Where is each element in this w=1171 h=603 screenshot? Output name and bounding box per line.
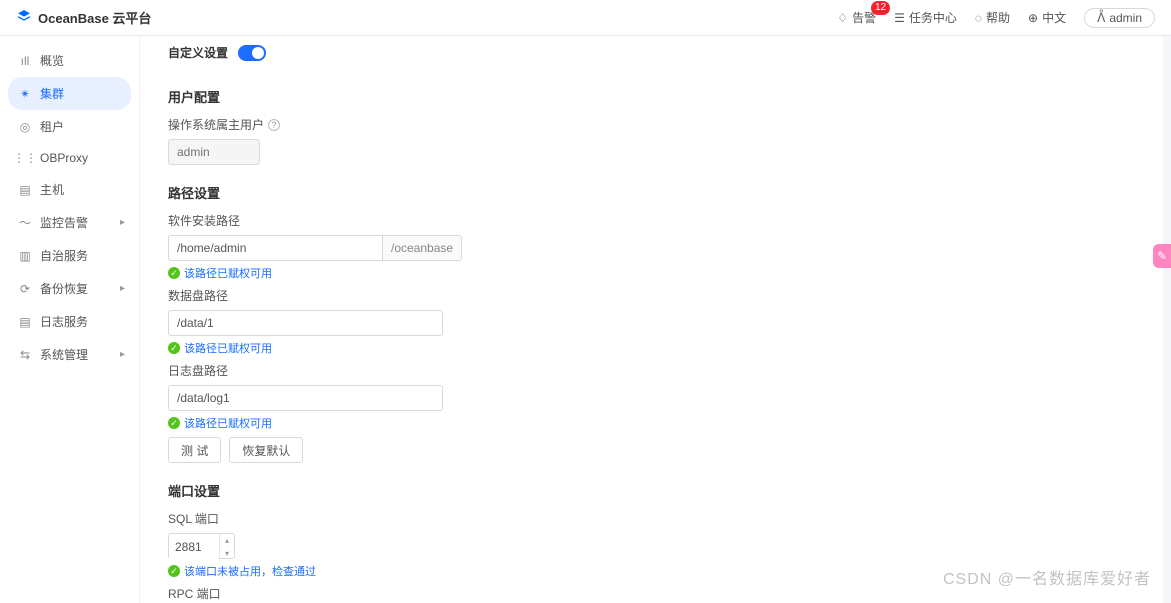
owner-input xyxy=(168,139,260,165)
sql-port-label: SQL 端口 xyxy=(168,510,1135,527)
help-icon: ◌ xyxy=(975,11,982,25)
rpc-port-label: RPC 端口 xyxy=(168,585,1135,602)
sidebar-item-monitor[interactable]: 〜监控告警▸ xyxy=(0,206,139,239)
test-paths-button[interactable]: 测 试 xyxy=(168,437,221,463)
alarm-badge: 12 xyxy=(871,1,890,15)
system-icon: ⇆ xyxy=(18,348,32,362)
bell-icon: ♢ xyxy=(837,11,848,25)
custom-toggle-label: 自定义设置 xyxy=(168,44,228,61)
brand-title: OceanBase 云平台 xyxy=(38,8,151,27)
install-path-suffix: /oceanbase xyxy=(383,235,462,261)
port-section-title: 端口设置 xyxy=(168,481,1135,500)
lang-label: 中文 xyxy=(1042,9,1066,26)
step-up-icon[interactable]: ▴ xyxy=(220,534,234,547)
user-label: admin xyxy=(1109,11,1142,25)
sql-port-stepper[interactable]: ▴▾ xyxy=(168,533,235,559)
chevron-right-icon: ▸ xyxy=(120,283,125,294)
sql-port-input[interactable] xyxy=(169,534,219,560)
host-icon: ▤ xyxy=(18,183,32,197)
sidebar-item-overview[interactable]: ıll概览 xyxy=(0,44,139,77)
owner-label: 操作系统属主用户 ? xyxy=(168,116,1135,133)
sidebar: ıll概览 ✴集群 ◎租户 ⋮⋮OBProxy ▤主机 〜监控告警▸ ▥自治服务… xyxy=(0,36,140,603)
sidebar-item-backup[interactable]: ⟳备份恢复▸ xyxy=(0,272,139,305)
sql-port-status: ✓该端口未被占用，检查通过 xyxy=(168,563,1135,579)
sidebar-item-autonomy[interactable]: ▥自治服务 xyxy=(0,239,139,272)
check-icon: ✓ xyxy=(168,565,180,577)
logo-icon xyxy=(16,8,32,27)
check-icon: ✓ xyxy=(168,267,180,279)
help-link[interactable]: ◌ 帮助 xyxy=(975,9,1010,26)
tasks-link[interactable]: ☰ 任务中心 xyxy=(894,9,957,26)
chevron-right-icon: ▸ xyxy=(120,349,125,360)
cluster-icon: ✴ xyxy=(18,87,32,101)
reset-paths-button[interactable]: 恢复默认 xyxy=(229,437,303,463)
sidebar-item-tenant[interactable]: ◎租户 xyxy=(0,110,139,143)
top-actions: ♢ 告警 12 ☰ 任务中心 ◌ 帮助 ⊕ 中文 ᐰ admin xyxy=(837,8,1155,28)
globe-icon: ⊕ xyxy=(1028,11,1038,25)
monitor-icon: 〜 xyxy=(18,214,32,231)
log-icon: ▤ xyxy=(18,315,32,329)
sidebar-item-system[interactable]: ⇆系统管理▸ xyxy=(0,338,139,371)
alarm-link[interactable]: ♢ 告警 12 xyxy=(837,9,876,26)
check-icon: ✓ xyxy=(168,342,180,354)
user-menu[interactable]: ᐰ admin xyxy=(1084,8,1155,28)
question-icon[interactable]: ? xyxy=(268,119,280,131)
custom-toggle[interactable] xyxy=(238,45,266,61)
proxy-icon: ⋮⋮ xyxy=(18,151,32,165)
help-label: 帮助 xyxy=(986,9,1010,26)
data-path-status: ✓该路径已赋权可用 xyxy=(168,340,1135,356)
install-path-status: ✓该路径已赋权可用 xyxy=(168,265,1135,281)
side-widget-icon[interactable]: ✎ xyxy=(1153,244,1171,268)
tasks-label: 任务中心 xyxy=(909,9,957,26)
tenant-icon: ◎ xyxy=(18,120,32,134)
data-path-input[interactable] xyxy=(168,310,443,336)
sidebar-item-cluster[interactable]: ✴集群 xyxy=(8,77,131,110)
main-content: 自定义设置 用户配置 操作系统属主用户 ? 路径设置 软件安装路径 /ocean… xyxy=(140,36,1171,603)
check-icon: ✓ xyxy=(168,417,180,429)
user-icon: ᐰ xyxy=(1097,11,1105,25)
install-path-label: 软件安装路径 xyxy=(168,212,1135,229)
sidebar-item-obproxy[interactable]: ⋮⋮OBProxy xyxy=(0,143,139,173)
bars-icon: ıll xyxy=(18,54,32,68)
path-section-title: 路径设置 xyxy=(168,183,1135,202)
chevron-right-icon: ▸ xyxy=(120,217,125,228)
log-path-status: ✓该路径已赋权可用 xyxy=(168,415,1135,431)
step-down-icon[interactable]: ▾ xyxy=(220,547,234,560)
sidebar-item-log[interactable]: ▤日志服务 xyxy=(0,305,139,338)
backup-icon: ⟳ xyxy=(18,282,32,296)
autonomy-icon: ▥ xyxy=(18,249,32,263)
brand: OceanBase 云平台 xyxy=(16,8,151,27)
install-path-input[interactable] xyxy=(168,235,383,261)
user-section-title: 用户配置 xyxy=(168,87,1135,106)
sidebar-item-host[interactable]: ▤主机 xyxy=(0,173,139,206)
list-icon: ☰ xyxy=(894,11,905,25)
lang-switch[interactable]: ⊕ 中文 xyxy=(1028,9,1066,26)
log-path-label: 日志盘路径 xyxy=(168,362,1135,379)
log-path-input[interactable] xyxy=(168,385,443,411)
data-path-label: 数据盘路径 xyxy=(168,287,1135,304)
top-bar: OceanBase 云平台 ♢ 告警 12 ☰ 任务中心 ◌ 帮助 ⊕ 中文 ᐰ xyxy=(0,0,1171,36)
